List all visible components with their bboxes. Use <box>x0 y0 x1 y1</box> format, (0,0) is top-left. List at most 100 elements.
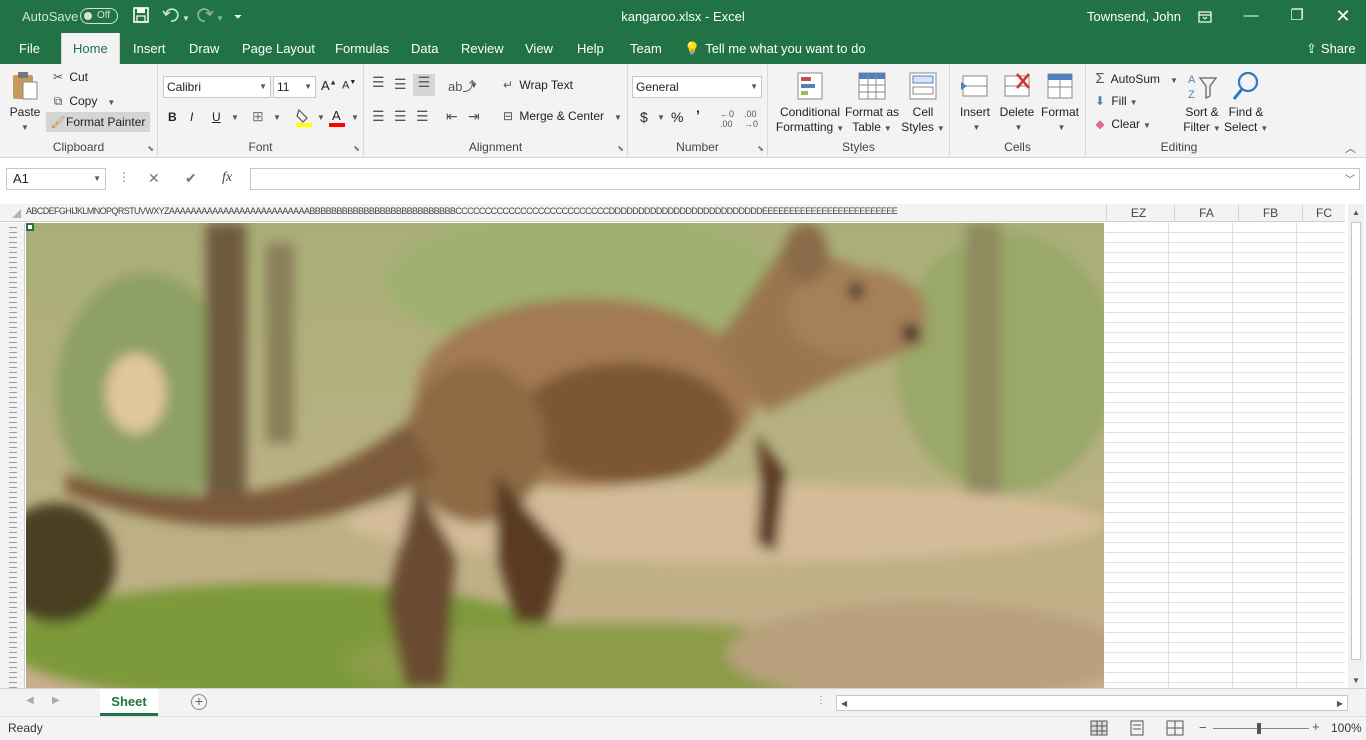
ribbon-display-icon[interactable] <box>1190 6 1220 30</box>
tab-insert[interactable]: Insert <box>122 33 177 64</box>
minimize-icon[interactable]: — <box>1236 4 1266 28</box>
column-header-fb[interactable]: FB <box>1238 204 1302 222</box>
align-left-icon[interactable]: ☰ <box>372 108 385 125</box>
tab-page-layout[interactable]: Page Layout <box>231 33 326 64</box>
decrease-font-icon[interactable]: A▼ <box>342 79 356 92</box>
prev-sheet-icon[interactable]: ◀ <box>26 695 34 706</box>
restore-icon[interactable]: ❐ <box>1282 4 1312 28</box>
conditional-formatting-button[interactable]: Conditional Formatting ▼ <box>772 70 848 136</box>
enter-entry-icon[interactable]: ✔ <box>185 170 197 187</box>
increase-font-icon[interactable]: A▲ <box>321 78 337 93</box>
name-box[interactable]: A1 ▼ <box>6 168 106 190</box>
scroll-down-icon[interactable]: ▼ <box>1352 676 1360 685</box>
increase-decimal-icon[interactable]: ←0.00 <box>720 109 734 129</box>
tab-help[interactable]: Help <box>566 33 615 64</box>
sheet-tab[interactable]: Sheet <box>100 689 158 716</box>
tab-team[interactable]: Team <box>619 33 673 64</box>
cut-button[interactable]: ✂ Cut <box>50 70 88 84</box>
vertical-scrollbar[interactable]: ▲ ▼ <box>1348 204 1364 688</box>
bold-button[interactable]: B <box>168 110 177 124</box>
page-break-view-icon[interactable] <box>1166 720 1184 736</box>
bottom-align-icon[interactable]: ☰ <box>413 74 435 96</box>
merge-center-button[interactable]: ⊟ Merge & Center ▼ <box>500 109 622 123</box>
share-button[interactable]: ⇪ Share <box>1306 33 1356 64</box>
vertical-scroll-thumb[interactable] <box>1351 222 1361 660</box>
delete-cells-button[interactable]: Delete ▼ <box>996 70 1038 135</box>
micro-column-headers[interactable]: ABCDEFGHIJKLMNOPQRSTUVWXYZAAAAAAAAAAAAAA… <box>26 206 1106 216</box>
number-launcher-icon[interactable]: ⬊ <box>757 144 764 153</box>
currency-button[interactable]: $ <box>640 109 648 125</box>
sort-filter-button[interactable]: A Z Sort & Filter ▼ <box>1182 70 1222 136</box>
add-sheet-icon[interactable]: + <box>191 694 207 710</box>
scroll-up-icon[interactable]: ▲ <box>1352 208 1360 217</box>
cancel-entry-icon[interactable]: ✕ <box>148 170 160 187</box>
align-center-icon[interactable]: ☰ <box>394 108 407 125</box>
tell-me-search[interactable]: 💡 Tell me what you want to do <box>684 33 866 64</box>
wrap-text-button[interactable]: ↵ Wrap Text <box>500 78 573 92</box>
page-layout-view-icon[interactable] <box>1128 720 1146 736</box>
paste-button[interactable]: Paste ▼ <box>6 70 44 135</box>
format-cells-button[interactable]: Format ▼ <box>1038 70 1082 135</box>
clear-button[interactable]: ◆ Clear ▼ <box>1092 117 1151 131</box>
tab-review[interactable]: Review <box>450 33 515 64</box>
insert-function-icon[interactable]: fx <box>222 170 232 186</box>
zoom-slider-knob[interactable] <box>1257 723 1261 734</box>
zoom-out-icon[interactable]: − <box>1199 720 1207 735</box>
tab-split-icon[interactable]: ⋮ <box>816 695 826 706</box>
collapse-ribbon-icon[interactable]: ︿ <box>1345 140 1356 156</box>
user-name[interactable]: Townsend, John <box>1087 9 1181 24</box>
selection-handle[interactable] <box>26 223 34 231</box>
font-color-icon[interactable]: A <box>329 107 345 127</box>
tab-file[interactable]: File <box>8 33 51 64</box>
font-color-dropdown-icon[interactable]: ▼ <box>351 113 359 122</box>
alignment-launcher-icon[interactable]: ⬊ <box>617 144 624 153</box>
decrease-indent-icon[interactable]: ⇤ <box>446 108 458 125</box>
zoom-level[interactable]: 100% <box>1331 721 1362 735</box>
comma-button[interactable]: ’ <box>696 107 700 123</box>
close-icon[interactable]: ✕ <box>1328 4 1358 28</box>
zoom-in-icon[interactable]: + <box>1312 719 1320 734</box>
middle-align-icon[interactable]: ☰ <box>394 76 407 93</box>
find-select-button[interactable]: Find & Select ▼ <box>1224 70 1268 136</box>
format-painter-button[interactable]: 🖌Format Painter <box>46 112 151 132</box>
increase-indent-icon[interactable]: ⇥ <box>468 108 480 125</box>
tab-data[interactable]: Data <box>400 33 449 64</box>
zoom-slider[interactable] <box>1213 723 1309 734</box>
horizontal-scrollbar[interactable]: ◀ ▶ <box>836 695 1348 711</box>
column-header-fa[interactable]: FA <box>1174 204 1238 222</box>
worksheet-grid[interactable]: ABCDEFGHIJKLMNOPQRSTUVWXYZAAAAAAAAAAAAAA… <box>0 202 1366 688</box>
copy-button[interactable]: ⧉ Copy ▼ <box>50 94 116 109</box>
font-name-combo[interactable]: Calibri ▼ <box>163 76 271 98</box>
orientation-dropdown-icon[interactable]: ▼ <box>470 81 478 90</box>
clipboard-launcher-icon[interactable]: ⬊ <box>147 144 154 153</box>
borders-dropdown-icon[interactable]: ▼ <box>273 113 281 122</box>
currency-dropdown-icon[interactable]: ▼ <box>657 113 665 122</box>
tab-view[interactable]: View <box>514 33 564 64</box>
scroll-left-icon[interactable]: ◀ <box>841 699 847 708</box>
fill-color-dropdown-icon[interactable]: ▼ <box>317 113 325 122</box>
align-right-icon[interactable]: ☰ <box>416 108 429 125</box>
tab-formulas[interactable]: Formulas <box>324 33 400 64</box>
fill-button[interactable]: ⬇ Fill ▼ <box>1092 94 1138 108</box>
next-sheet-icon[interactable]: ▶ <box>52 695 60 706</box>
number-format-combo[interactable]: General ▼ <box>632 76 762 98</box>
decrease-decimal-icon[interactable]: .00 →0 <box>744 109 758 129</box>
select-all-icon[interactable] <box>12 209 21 218</box>
font-size-combo[interactable]: 11 ▼ <box>273 76 316 98</box>
expand-formula-icon[interactable]: ﹀ <box>1345 171 1355 186</box>
column-header-fc[interactable]: FC <box>1302 204 1345 222</box>
insert-cells-button[interactable]: Insert ▼ <box>954 70 996 135</box>
font-launcher-icon[interactable]: ⬊ <box>353 144 360 153</box>
top-align-icon[interactable]: ☰ <box>372 74 385 91</box>
autosum-button[interactable]: Σ AutoSum ▼ <box>1092 70 1178 87</box>
cell-styles-button[interactable]: Cell Styles ▼ <box>900 70 946 136</box>
italic-button[interactable]: I <box>190 110 193 124</box>
row-headers[interactable] <box>0 223 25 688</box>
empty-cells[interactable] <box>1105 223 1345 688</box>
format-as-table-button[interactable]: Format as Table ▼ <box>844 70 900 136</box>
underline-button[interactable]: U <box>212 110 221 124</box>
formula-input[interactable]: ﹀ <box>250 168 1360 190</box>
column-header-ez[interactable]: EZ <box>1106 204 1170 222</box>
tab-home[interactable]: Home <box>61 33 120 65</box>
percent-button[interactable]: % <box>671 109 683 125</box>
